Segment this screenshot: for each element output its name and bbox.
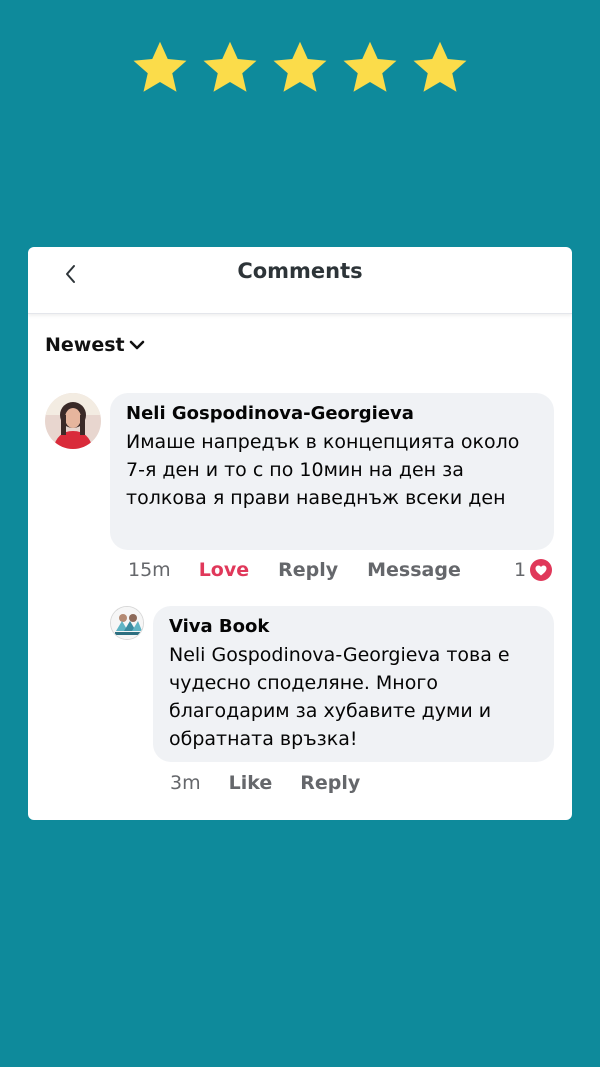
sort-dropdown[interactable]: Newest <box>45 334 145 356</box>
star-icon <box>273 41 327 92</box>
star-icon <box>343 41 397 92</box>
like-button[interactable]: Like <box>229 772 273 794</box>
star-icon <box>133 41 187 92</box>
comment-author[interactable]: Neli Gospodinova-Georgieva <box>126 403 538 424</box>
comment-author[interactable]: Viva Book <box>169 616 538 637</box>
avatar[interactable] <box>110 606 144 640</box>
comment-bubble: Neli Gospodinova-Georgieva Имаше напредъ… <box>110 393 554 550</box>
reaction-count: 1 <box>514 559 527 581</box>
comments-header: Comments <box>28 247 572 314</box>
reply-button[interactable]: Reply <box>278 559 338 581</box>
sort-label: Newest <box>45 334 125 356</box>
page-title: Comments <box>237 259 363 283</box>
heart-icon <box>530 559 553 581</box>
message-button[interactable]: Message <box>367 559 461 581</box>
comment-actions: 3m Like Reply <box>170 772 360 794</box>
comments-card: Comments Newest Neli Gospodinova-Georgie… <box>28 247 572 820</box>
chevron-down-icon <box>129 340 144 350</box>
comment-text: Имаше напредък в концепцията около 7-я д… <box>126 431 520 509</box>
love-button[interactable]: Love <box>199 559 249 581</box>
comment-actions: 15m Love Reply Message <box>128 559 461 581</box>
reaction-summary[interactable]: 1 <box>514 559 553 581</box>
rating-stars <box>0 38 600 98</box>
comment-text: Neli Gospodinova-Georgieva това е чудесн… <box>169 644 510 750</box>
avatar[interactable] <box>45 393 101 449</box>
star-icon <box>413 41 467 92</box>
star-icon <box>203 41 257 92</box>
reply-button[interactable]: Reply <box>300 772 360 794</box>
comment-bubble: Viva Book Neli Gospodinova-Georgieva тов… <box>153 606 554 762</box>
comment-time: 15m <box>128 559 171 581</box>
comment-time: 3m <box>170 772 201 794</box>
